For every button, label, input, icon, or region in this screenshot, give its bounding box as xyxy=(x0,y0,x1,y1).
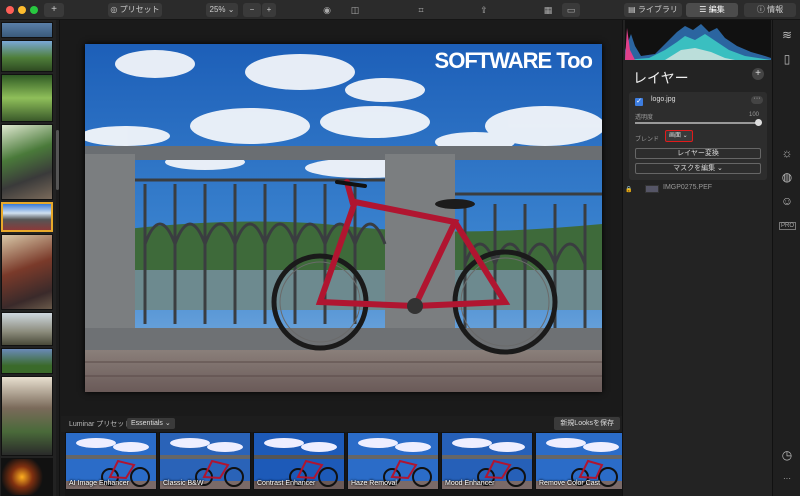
save-looks-button[interactable]: 新規Looksを保存 xyxy=(554,417,620,430)
tab-edit[interactable]: ☰ 編集 xyxy=(686,3,738,17)
film-thumb[interactable] xyxy=(1,458,53,496)
add-layer-button[interactable]: + xyxy=(752,68,764,80)
opacity-value: 100 xyxy=(748,112,759,118)
preset-ai-image-enhancer[interactable]: AI Image Enhancer xyxy=(65,432,157,490)
zoom-dropdown[interactable]: 25% ⌄ xyxy=(206,3,238,17)
layers-panel: レイヤー + ✓ logo.jpg ··· 透明度 100 ブレンド 画面 ⌄ … xyxy=(622,20,772,496)
single-view-icon[interactable]: ▭ xyxy=(562,3,580,17)
chevron-down-icon: ⌄ xyxy=(162,420,171,427)
preset-mood-enhancer[interactable]: Mood Enhancer xyxy=(441,432,533,490)
tab-info[interactable]: ⓘ 情報 xyxy=(744,3,796,17)
preset-haze-removal[interactable]: Haze Removal xyxy=(347,432,439,490)
film-thumb[interactable] xyxy=(1,40,53,72)
preset-name: Mood Enhancer xyxy=(445,480,495,487)
preset-name: Haze Removal xyxy=(351,480,397,487)
layer-card-logo: ✓ logo.jpg ··· 透明度 100 ブレンド 画面 ⌄ レイヤー変換 … xyxy=(629,92,767,180)
tab-library[interactable]: ▤ ライブラリ xyxy=(624,3,682,17)
presets-category-select[interactable]: Essentials ⌄ xyxy=(127,418,175,429)
chevron-down-icon: ⌄ xyxy=(225,5,235,14)
face-icon[interactable]: ☺ xyxy=(780,194,794,208)
opacity-slider-fill xyxy=(635,122,759,124)
layers-title: レイヤー xyxy=(633,70,689,86)
top-toolbar: + ◎ プリセット 25% ⌄ − + ◉ ◫ ⌗ ⇪ ▦ ▭ ▤ ライブラリ … xyxy=(0,0,800,20)
blend-label: ブレンド xyxy=(635,137,660,143)
maximize-window-button[interactable] xyxy=(30,6,38,14)
presets-bar-label: Luminar プリセット xyxy=(69,421,132,428)
crop-icon[interactable]: ⌗ xyxy=(412,3,430,17)
blend-mode-value: 画面 xyxy=(669,133,682,139)
zoom-value: 25% xyxy=(209,5,226,14)
preset-name: AI Image Enhancer xyxy=(69,480,129,487)
chevron-down-icon: ⌄ xyxy=(681,133,688,139)
film-thumb[interactable] xyxy=(1,74,53,122)
layer-name: logo.jpg xyxy=(651,96,676,103)
preset-remove-color-cast[interactable]: Remove Color Cast xyxy=(535,432,623,490)
watermark-logo: SOFTWARE Too xyxy=(434,48,593,73)
film-thumb[interactable] xyxy=(1,22,53,38)
filmstrip xyxy=(0,20,60,496)
film-thumb[interactable] xyxy=(1,348,53,374)
presets-label: プリセット xyxy=(119,5,160,14)
preset-name: Contrast Enhancer xyxy=(257,480,316,487)
library-icon: ▤ xyxy=(628,5,638,14)
tab-info-label: 情報 xyxy=(767,5,784,14)
zoom-out-button[interactable]: − xyxy=(243,3,261,17)
compare-icon[interactable]: ◫ xyxy=(346,3,364,17)
sun-icon[interactable]: ☼ xyxy=(780,146,794,160)
opacity-label: 透明度 xyxy=(635,115,654,121)
edit-mask-label: マスクを編集 xyxy=(673,165,716,172)
grid-view-icon[interactable]: ▦ xyxy=(539,3,557,17)
opacity-slider-thumb[interactable] xyxy=(755,119,762,126)
add-images-button[interactable]: + xyxy=(44,3,64,17)
preset-classic-bw[interactable]: Classic B&W xyxy=(159,432,251,490)
scrollbar-knob[interactable] xyxy=(56,130,59,190)
more-options-icon[interactable]: ··· xyxy=(780,472,794,486)
main-photo[interactable]: SOFTWARE Too xyxy=(85,44,602,392)
minimize-window-button[interactable] xyxy=(18,6,26,14)
tool-sidebar: ≋ ▯ ☼ ◍ ☺ PRO ◷ ··· xyxy=(772,20,800,496)
filmstrip-scrollbar[interactable] xyxy=(56,20,59,496)
lock-icon: 🔒 xyxy=(625,187,633,193)
pro-icon[interactable]: PRO xyxy=(779,222,797,230)
preset-name: Classic B&W xyxy=(163,480,204,487)
layer-more-button[interactable]: ··· xyxy=(751,95,763,104)
eye-icon[interactable]: ◉ xyxy=(318,3,336,17)
presets-category-value: Essentials xyxy=(131,420,163,427)
tab-library-label: ライブラリ xyxy=(637,5,678,14)
palette-icon[interactable]: ◍ xyxy=(780,170,794,184)
info-icon: ⓘ xyxy=(756,5,768,14)
edit-mask-button[interactable]: マスクを編集 ⌄ xyxy=(635,163,761,174)
layer-visibility-checkbox[interactable]: ✓ xyxy=(635,98,643,106)
opacity-slider[interactable] xyxy=(635,119,762,126)
image-canvas[interactable]: SOFTWARE Too xyxy=(61,20,622,416)
film-thumb[interactable] xyxy=(1,124,53,200)
presets-icon: ◎ xyxy=(110,5,120,14)
base-layer-name[interactable]: IMGP0275.PEF xyxy=(663,184,712,191)
close-window-button[interactable] xyxy=(6,6,14,14)
histogram xyxy=(625,20,771,60)
presets-button[interactable]: ◎ プリセット xyxy=(108,3,162,17)
layers-icon[interactable]: ≋ xyxy=(780,28,794,42)
photo-image xyxy=(85,44,602,392)
film-thumb[interactable] xyxy=(1,376,53,456)
zoom-in-button[interactable]: + xyxy=(262,3,276,17)
canvas-icon[interactable]: ▯ xyxy=(780,52,794,66)
edit-icon: ☰ xyxy=(699,5,709,14)
tab-edit-label: 編集 xyxy=(708,5,725,14)
preset-name: Remove Color Cast xyxy=(539,480,601,487)
chevron-down-icon: ⌄ xyxy=(715,165,723,172)
film-thumb[interactable] xyxy=(1,234,53,310)
blend-mode-select[interactable]: 画面 ⌄ xyxy=(665,130,693,142)
presets-bar: Luminar プリセット Essentials ⌄ 新規Looksを保存 xyxy=(61,416,622,432)
film-thumb[interactable] xyxy=(1,312,53,346)
preset-strip: AI Image Enhancer Classic B&W Contrast E… xyxy=(65,432,623,496)
base-layer-thumbnail xyxy=(645,185,659,193)
history-icon[interactable]: ◷ xyxy=(780,448,794,462)
preset-contrast-enhancer[interactable]: Contrast Enhancer xyxy=(253,432,345,490)
layer-transform-button[interactable]: レイヤー変換 xyxy=(635,148,761,159)
film-thumb-selected[interactable] xyxy=(1,202,53,232)
share-icon[interactable]: ⇪ xyxy=(475,3,493,17)
